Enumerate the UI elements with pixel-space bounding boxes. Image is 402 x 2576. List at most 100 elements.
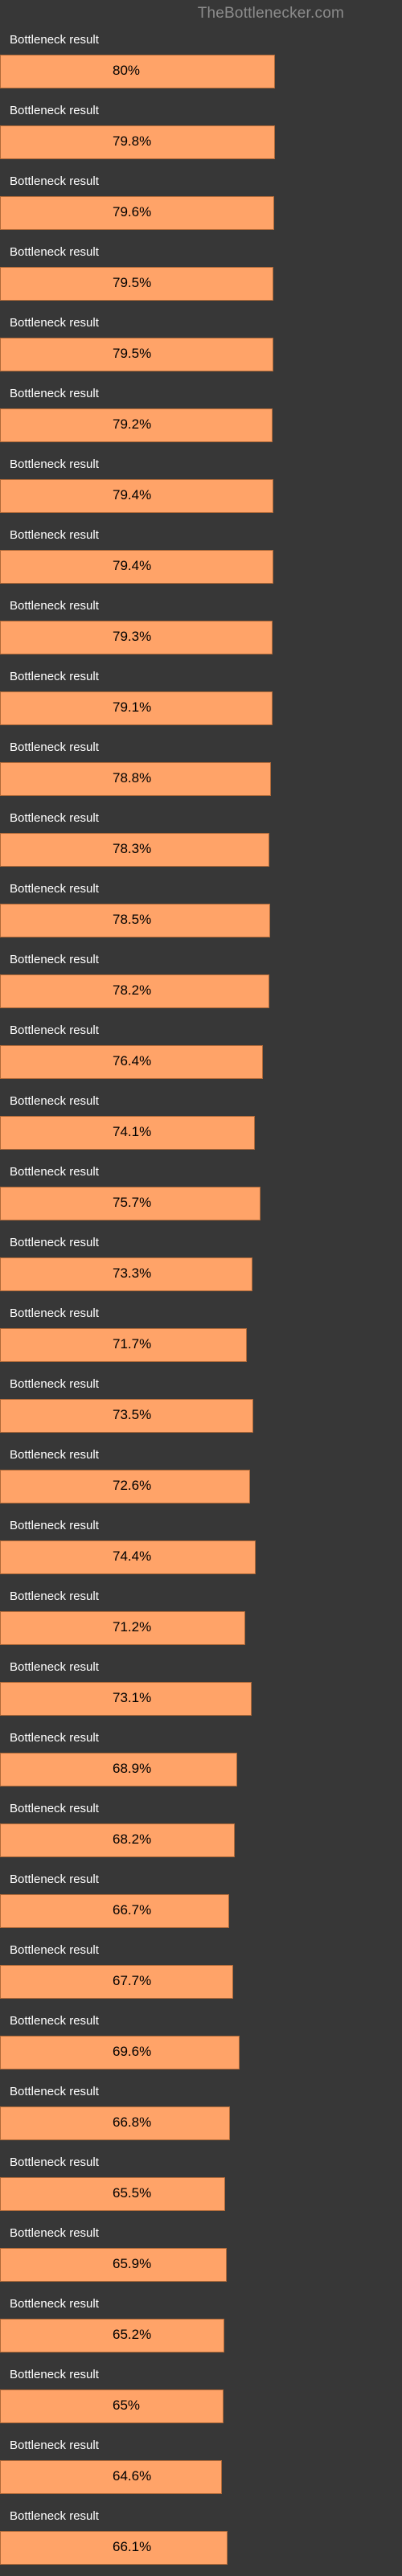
chart-row: Bottleneck result68.9% — [0, 1727, 402, 1798]
bar-track — [0, 974, 344, 1008]
value-label: 74.1% — [113, 1124, 151, 1140]
bar-track — [0, 1257, 344, 1291]
chart-rows: Bottleneck result80%Bottleneck result79.… — [0, 27, 402, 2576]
row-label: Bottleneck result — [10, 528, 99, 542]
value-label: 80% — [113, 63, 140, 79]
bar — [0, 2460, 222, 2494]
chart-row: Bottleneck result78.5% — [0, 878, 402, 949]
value-label: 79.6% — [113, 204, 151, 220]
bar-track — [0, 691, 344, 725]
row-label: Bottleneck result — [10, 2509, 99, 2523]
value-label: 67.7% — [113, 1973, 151, 1989]
value-label: 68.2% — [113, 1832, 151, 1848]
bar-track — [0, 1045, 344, 1079]
bar-track — [0, 196, 344, 230]
value-label: 75.7% — [113, 1195, 151, 1211]
bar-track — [0, 338, 344, 371]
bar-track — [0, 267, 344, 301]
chart-row: Bottleneck result65.9% — [0, 2222, 402, 2293]
value-label: 79.5% — [113, 346, 151, 362]
row-label: Bottleneck result — [10, 740, 99, 754]
bar-track — [0, 1470, 344, 1503]
row-label: Bottleneck result — [10, 387, 99, 400]
chart-row: Bottleneck result66.8% — [0, 2081, 402, 2151]
chart-row: Bottleneck result 79.6% — [0, 170, 402, 241]
value-label: 79.4% — [113, 558, 151, 574]
bar-track — [0, 55, 344, 88]
row-label: Bottleneck result — [10, 245, 99, 259]
chart-row: Bottleneck result78.8% — [0, 736, 402, 807]
value-label: 65.2% — [113, 2327, 151, 2343]
chart-row: Bottleneck result68.2% — [0, 1798, 402, 1868]
value-label: 79.8% — [113, 133, 151, 150]
value-label: 78.2% — [113, 982, 151, 999]
bar-track — [0, 1611, 344, 1645]
bar-track — [0, 1399, 344, 1433]
chart-row: Bottleneck result 79.1% — [0, 666, 402, 736]
row-label: Bottleneck result — [10, 1943, 99, 1957]
row-label: Bottleneck result — [10, 1023, 99, 1037]
bar-track — [0, 1894, 344, 1928]
row-label: Bottleneck result — [10, 882, 99, 896]
chart-row: Bottleneck result66.7% — [0, 1868, 402, 1939]
bar-track — [0, 833, 344, 867]
bar-track — [0, 904, 344, 937]
bar-track — [0, 1965, 344, 1999]
chart-row: Bottleneck result73.5% — [0, 1373, 402, 1444]
chart-row: Bottleneck result 69.6% — [0, 2010, 402, 2081]
row-label: Bottleneck result — [10, 1306, 99, 1320]
value-label: 68.9% — [113, 1761, 151, 1777]
value-label: 65.5% — [113, 2185, 151, 2201]
chart-row: Bottleneck result75.7% — [0, 1161, 402, 1232]
bar-track — [0, 479, 344, 513]
value-label: 72.6% — [113, 1478, 151, 1494]
row-label: Bottleneck result — [10, 2014, 99, 2028]
chart-row: Bottleneck result79.2% — [0, 383, 402, 453]
value-label: 65% — [113, 2398, 140, 2414]
chart-row: Bottleneck result78.2% — [0, 949, 402, 1019]
value-label: 71.2% — [113, 1619, 151, 1635]
bar-track — [0, 2319, 344, 2352]
value-label: 78.3% — [113, 841, 151, 857]
bar-track — [0, 2531, 344, 2565]
value-label: 74.4% — [113, 1548, 151, 1565]
row-label: Bottleneck result — [10, 457, 99, 471]
bar-track — [0, 2248, 344, 2282]
row-label: Bottleneck result — [10, 2439, 99, 2452]
value-label: 76.4% — [113, 1053, 151, 1069]
row-label: Bottleneck result — [10, 1519, 99, 1532]
bar-track — [0, 2389, 344, 2423]
row-label: Bottleneck result — [10, 316, 99, 330]
value-label: 79.3% — [113, 629, 151, 645]
chart-row: Bottleneck result79.8% — [0, 100, 402, 170]
chart-row: Bottleneck result66.1% — [0, 2505, 402, 2576]
bottleneck-chart: TheBottlenecker.com Bottleneck result 80%… — [0, 0, 402, 2576]
value-label: 66.8% — [113, 2115, 151, 2131]
row-label: Bottleneck result — [10, 811, 99, 825]
chart-row: Bottleneck result79.3% — [0, 595, 402, 666]
row-label: Bottleneck result — [10, 670, 99, 683]
row-label: Bottleneck result — [10, 174, 99, 188]
chart-row: Bottleneck result 79.5% — [0, 241, 402, 312]
value-label: 65.9% — [113, 2256, 151, 2272]
bar-track — [0, 1116, 344, 1150]
chart-title: TheBottlenecker.com — [198, 5, 344, 22]
chart-row: Bottleneck result73.3% — [0, 1232, 402, 1302]
row-label: Bottleneck result — [10, 33, 99, 47]
row-label: Bottleneck result — [10, 1094, 99, 1108]
chart-row: Bottleneck result 74.1% — [0, 1090, 402, 1161]
row-label: Bottleneck result — [10, 1377, 99, 1391]
value-label: 66.7% — [113, 1902, 151, 1918]
bar-track — [0, 1540, 344, 1574]
value-label: 69.6% — [113, 2044, 151, 2060]
chart-row: Bottleneck result 65.2% — [0, 2293, 402, 2364]
chart-row: Bottleneck result72.6% — [0, 1444, 402, 1515]
bar-track — [0, 1753, 344, 1786]
row-label: Bottleneck result — [10, 2156, 99, 2169]
value-label: 79.5% — [113, 275, 151, 291]
row-label: Bottleneck result — [10, 1236, 99, 1249]
bar-track — [0, 125, 344, 159]
value-label: 79.1% — [113, 699, 151, 716]
row-label: Bottleneck result — [10, 2297, 99, 2311]
bar-track — [0, 2177, 344, 2211]
